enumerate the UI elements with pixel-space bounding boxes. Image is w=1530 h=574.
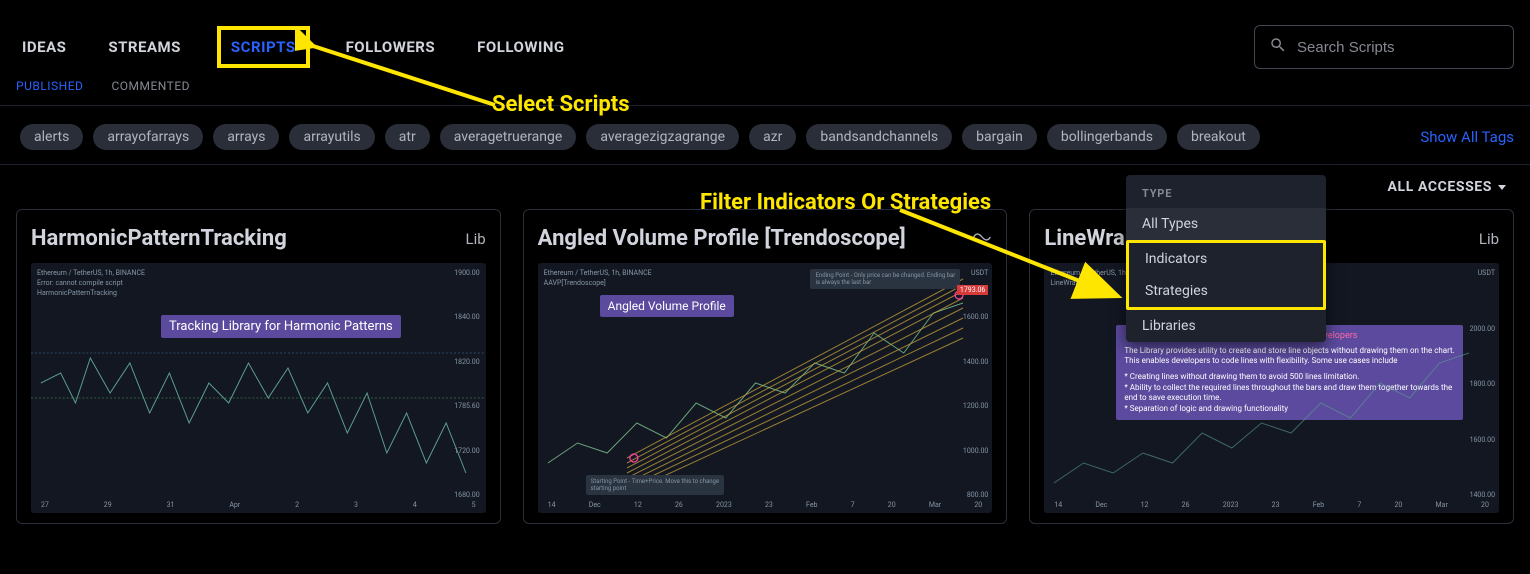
annotation-highlight-scripts: SCRIPTS (217, 26, 310, 68)
script-card[interactable]: Angled Volume Profile [Trendoscope] Ethe… (523, 209, 1008, 524)
tag-item[interactable]: arrayofarrays (93, 124, 203, 150)
nav-following[interactable]: FOLLOWING (471, 26, 571, 68)
nav-ideas[interactable]: IDEAS (16, 26, 72, 68)
nav-followers[interactable]: FOLLOWERS (340, 26, 442, 68)
tag-item[interactable]: azr (749, 124, 796, 150)
tag-item[interactable]: arrayutils (289, 124, 374, 150)
chart-x-axis: 14Dec1226202323Feb720Mar20 (548, 501, 983, 509)
type-dropdown-header: TYPE (1126, 175, 1326, 208)
subtab-commented[interactable]: COMMENTED (111, 79, 190, 93)
tags-row: alerts arrayofarrays arrays arrayutils a… (0, 106, 1530, 165)
card-title: HarmonicPatternTracking (31, 226, 287, 251)
tag-item[interactable]: bargain (962, 124, 1037, 150)
type-dropdown: TYPE All Types Indicators Strategies Lib… (1126, 175, 1326, 342)
card-header: Angled Volume Profile [Trendoscope] (538, 226, 993, 251)
tag-item[interactable]: atr (385, 124, 430, 150)
chart-thumbnail: Ethereum / TetherUS, 1h, BINANCE AAVP[Tr… (538, 263, 993, 513)
chart-y-axis: USDT2000.001800.001600.001400.00 (1470, 269, 1495, 499)
subtab-published[interactable]: PUBLISHED (16, 79, 83, 93)
all-accesses-dropdown[interactable]: ALL ACCESSES (1388, 179, 1506, 195)
type-option-libraries[interactable]: Libraries (1126, 310, 1326, 342)
chevron-down-icon (1498, 185, 1506, 190)
chart-y-axis: 1900.001840.001820.001785.601720.001680.… (454, 269, 479, 499)
tag-item[interactable]: arrays (213, 124, 279, 150)
search-icon (1269, 36, 1287, 58)
search-box[interactable] (1254, 25, 1514, 69)
nav-streams[interactable]: STREAMS (102, 26, 187, 68)
chart-note-starting: Starting Point - Time+Price. Move this t… (586, 475, 724, 495)
tag-item[interactable]: bandsandchannels (806, 124, 952, 150)
chart-x-axis: 14Dec1226202323Feb720Mar20 (1054, 501, 1489, 509)
oscillator-icon (972, 230, 992, 248)
tag-item[interactable]: breakout (1177, 124, 1260, 150)
chart-thumbnail: Ethereum / TetherUS, 1h, BINANCE Error: … (31, 263, 486, 513)
tag-item[interactable]: bollingerbands (1047, 124, 1167, 150)
subtabs: PUBLISHED COMMENTED (0, 77, 1530, 106)
type-option-indicators[interactable]: Indicators (1129, 243, 1323, 275)
tag-item[interactable]: averagezigzagrange (586, 124, 739, 150)
annotation-highlight-type-options: Indicators Strategies (1126, 240, 1326, 310)
filter-row: TYPE All Types Indicators Strategies Lib… (0, 165, 1530, 209)
script-card[interactable]: HarmonicPatternTracking Lib Ethereum / T… (16, 209, 501, 524)
show-all-tags-link[interactable]: Show All Tags (1420, 128, 1514, 146)
card-badge-lib: Lib (466, 230, 486, 248)
tag-item[interactable]: alerts (20, 124, 83, 150)
type-option-strategies[interactable]: Strategies (1129, 275, 1323, 307)
chart-x-axis: 272931Apr2345 (41, 501, 476, 509)
top-nav: IDEAS STREAMS SCRIPTS FOLLOWERS FOLLOWIN… (0, 0, 1530, 77)
card-badge-lib: Lib (1479, 230, 1499, 248)
all-accesses-label: ALL ACCESSES (1388, 179, 1492, 195)
search-input[interactable] (1297, 39, 1499, 56)
card-header: HarmonicPatternTracking Lib (31, 226, 486, 251)
tag-item[interactable]: averagetruerange (440, 124, 577, 150)
type-option-all[interactable]: All Types (1126, 208, 1326, 240)
nav-scripts[interactable]: SCRIPTS (231, 38, 296, 56)
chart-y-axis: USDT1600.001400.001200.001000.00800.00 (963, 269, 988, 499)
card-title: Angled Volume Profile [Trendoscope] (538, 226, 906, 251)
chart-note-ending: Ending Point - Only price can be changed… (810, 269, 960, 289)
